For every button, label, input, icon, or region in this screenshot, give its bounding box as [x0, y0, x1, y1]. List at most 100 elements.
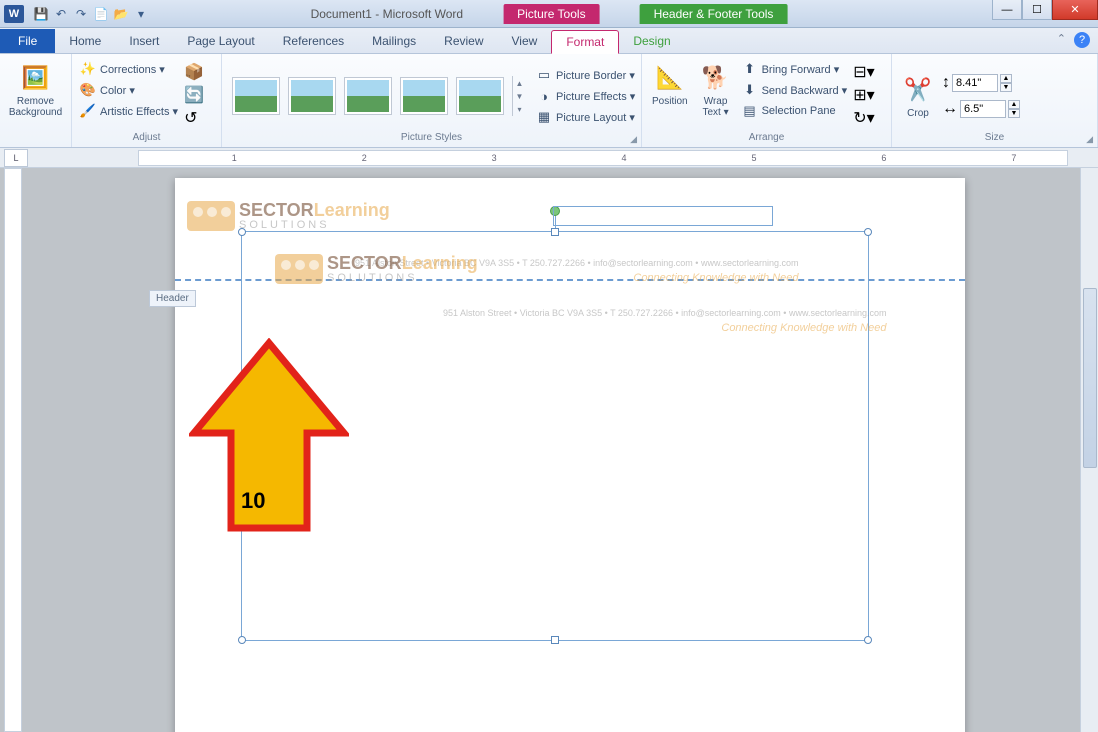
ribbon-tab-strip: File Home Insert Page Layout References …: [0, 28, 1098, 54]
dialog-launcher-icon[interactable]: ◢: [630, 134, 637, 145]
close-button[interactable]: ✕: [1052, 0, 1098, 20]
remove-background-button[interactable]: 🖼️ RemoveBackground: [5, 60, 66, 120]
dialog-launcher-icon[interactable]: ◢: [1086, 134, 1093, 145]
reset-picture-icon[interactable]: ↺: [184, 108, 204, 128]
contextual-tab-picture: Picture Tools: [503, 4, 599, 24]
picture-style-gallery: ▲▼▾: [228, 70, 530, 122]
corrections-icon: ✨: [80, 61, 96, 77]
picture-layout-menu[interactable]: ▦Picture Layout ▾: [534, 108, 637, 126]
height-icon: ↕: [942, 74, 950, 92]
picture-effects-menu[interactable]: ◑Picture Effects ▾: [534, 87, 637, 105]
picture-style-thumb[interactable]: [288, 77, 336, 115]
tab-selector[interactable]: L: [4, 149, 28, 167]
tab-format[interactable]: Format: [551, 30, 619, 54]
qat-save-icon[interactable]: 💾: [32, 5, 50, 23]
resize-handle[interactable]: [238, 636, 246, 644]
qat-new-icon[interactable]: 📄: [92, 5, 110, 23]
tab-insert[interactable]: Insert: [115, 29, 173, 53]
picture-style-thumb[interactable]: [456, 77, 504, 115]
align-icon[interactable]: ⊟▾: [853, 62, 874, 82]
wrap-text-icon: 🐕: [700, 62, 732, 94]
wrap-text-button[interactable]: 🐕 WrapText ▾: [696, 60, 736, 120]
window-controls: — ☐ ✕: [992, 0, 1098, 20]
picture-border-menu[interactable]: ▭Picture Border ▾: [534, 66, 637, 84]
tab-file[interactable]: File: [0, 29, 55, 53]
horizontal-ruler[interactable]: 1234567: [138, 150, 1068, 166]
qat-redo-icon[interactable]: ↷: [72, 5, 90, 23]
remove-bg-label1: Remove: [17, 96, 54, 107]
qat-customize-icon[interactable]: ▾: [132, 5, 150, 23]
resize-handle[interactable]: [551, 228, 559, 236]
group-label-blank: [6, 132, 65, 145]
tab-mailings[interactable]: Mailings: [358, 29, 430, 53]
border-icon: ▭: [536, 67, 552, 83]
picture-style-thumb[interactable]: [344, 77, 392, 115]
inner-picture-selection[interactable]: [553, 206, 773, 226]
ruler-bar: L 1234567: [0, 148, 1098, 168]
scrollbar-thumb[interactable]: [1083, 288, 1097, 468]
bring-forward-icon: ⬆: [742, 61, 758, 77]
vertical-scrollbar[interactable]: [1080, 168, 1098, 732]
crop-icon: ✂️: [902, 74, 934, 106]
minimize-ribbon-icon[interactable]: ⌃: [1057, 32, 1066, 48]
logo-text-sector: SECTOR: [239, 200, 314, 220]
height-input[interactable]: [952, 74, 998, 92]
picture-style-thumb[interactable]: [400, 77, 448, 115]
width-down[interactable]: ▼: [1008, 109, 1020, 118]
height-up[interactable]: ▲: [1000, 74, 1012, 83]
qat-undo-icon[interactable]: ↶: [52, 5, 70, 23]
group-label-adjust: Adjust: [78, 132, 215, 145]
quick-access-toolbar: 💾 ↶ ↷ 📄 📂 ▾: [32, 5, 150, 23]
gallery-more-button[interactable]: ▲▼▾: [512, 76, 526, 116]
rotate-icon[interactable]: ↻▾: [853, 108, 874, 128]
tab-home[interactable]: Home: [55, 29, 115, 53]
group-label-arrange: Arrange: [648, 132, 885, 145]
group-label-size: Size◢: [898, 132, 1091, 145]
selection-pane-icon: ▤: [742, 103, 758, 119]
artistic-icon: 🖌️: [80, 103, 96, 119]
remove-bg-label2: Background: [9, 107, 62, 118]
width-input[interactable]: [960, 100, 1006, 118]
header-tag[interactable]: Header: [149, 290, 196, 307]
remove-background-icon: 🖼️: [20, 62, 52, 94]
qat-open-icon[interactable]: 📂: [112, 5, 130, 23]
bring-forward-menu[interactable]: ⬆Bring Forward ▾: [740, 60, 850, 78]
tab-review[interactable]: Review: [430, 29, 497, 53]
selection-pane-button[interactable]: ▤Selection Pane: [740, 102, 850, 120]
picture-style-thumb[interactable]: [232, 77, 280, 115]
height-down[interactable]: ▼: [1000, 83, 1012, 92]
maximize-button[interactable]: ☐: [1022, 0, 1052, 20]
title-bar: W 💾 ↶ ↷ 📄 📂 ▾ Document1 - Microsoft Word…: [0, 0, 1098, 28]
letterhead-address-copy: 951 Alston Street • Victoria BC V9A 3S5 …: [443, 308, 886, 334]
contextual-tab-header-footer: Header & Footer Tools: [640, 4, 788, 24]
help-icon[interactable]: ?: [1074, 32, 1090, 48]
page[interactable]: Header SECTORLearning SOLUTIONS 951 Alst…: [175, 178, 965, 732]
word-app-icon: W: [4, 5, 24, 23]
logo-text-learning: Learning: [314, 200, 390, 220]
resize-handle[interactable]: [551, 636, 559, 644]
position-icon: 📐: [654, 62, 686, 94]
artistic-effects-menu[interactable]: 🖌️Artistic Effects ▾: [78, 102, 180, 120]
compress-pictures-icon[interactable]: 📦: [184, 62, 204, 82]
document-title: Document1 - Microsoft Word: [311, 7, 464, 21]
document-area: Header SECTORLearning SOLUTIONS 951 Alst…: [0, 168, 1080, 732]
corrections-menu[interactable]: ✨Corrections ▾: [78, 60, 180, 78]
position-button[interactable]: 📐 Position: [648, 60, 692, 109]
change-picture-icon[interactable]: 🔄: [184, 85, 204, 105]
width-up[interactable]: ▲: [1008, 100, 1020, 109]
send-backward-menu[interactable]: ⬇Send Backward ▾: [740, 81, 850, 99]
tab-design[interactable]: Design: [619, 29, 684, 53]
effects-icon: ◑: [536, 88, 552, 104]
tab-page-layout[interactable]: Page Layout: [173, 29, 268, 53]
group-icon[interactable]: ⊞▾: [853, 85, 874, 105]
tab-view[interactable]: View: [498, 29, 552, 53]
tab-references[interactable]: References: [269, 29, 358, 53]
color-menu[interactable]: 🎨Color ▾: [78, 81, 180, 99]
vertical-ruler[interactable]: [4, 168, 22, 732]
arrow-number: 10: [241, 488, 265, 514]
crop-button[interactable]: ✂️ Crop: [898, 72, 938, 121]
company-logo-icon: [275, 254, 323, 284]
minimize-button[interactable]: —: [992, 0, 1022, 20]
resize-handle[interactable]: [864, 228, 872, 236]
resize-handle[interactable]: [864, 636, 872, 644]
